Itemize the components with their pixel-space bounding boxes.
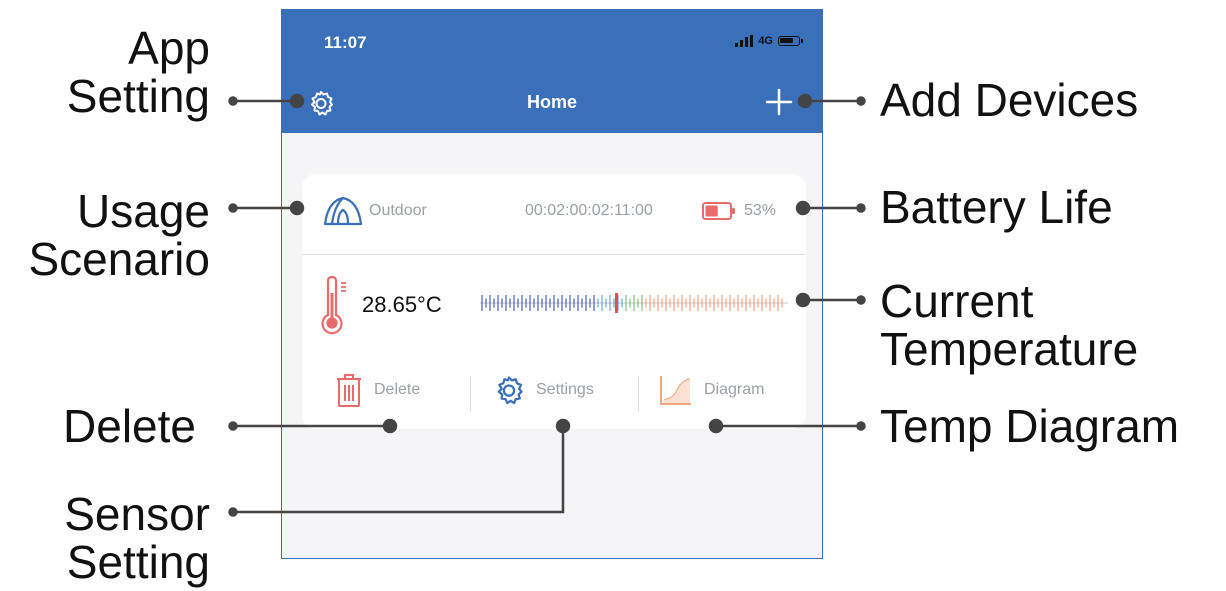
delete-label: Delete [374, 381, 421, 398]
action-separator [470, 376, 471, 412]
trash-icon [337, 374, 361, 407]
settings-label: Settings [536, 381, 594, 398]
card-divider [302, 254, 806, 255]
tent-icon [323, 196, 363, 226]
callout-sensor-setting-text: Sensor Setting [64, 488, 210, 588]
status-time: 11:07 [324, 33, 367, 52]
callout-usage-scenario: Usage Scenario [28, 187, 210, 283]
phone-screen: 11:07 4G Home Outdoor 00:02:00:02:11:00 … [281, 9, 823, 559]
battery-percent: 53% [744, 202, 777, 219]
callout-add-devices: Add Devices [880, 74, 1139, 126]
callout-delete: Delete [63, 400, 196, 452]
thermometer-icon [321, 275, 346, 335]
current-temperature: 28.65°C [362, 292, 442, 317]
callout-app-setting: App Setting [67, 24, 210, 120]
status-battery-icon [778, 36, 803, 46]
callout-battery-life: Battery Life [880, 181, 1113, 233]
line-chart-icon [660, 376, 691, 405]
plus-icon[interactable] [765, 88, 793, 116]
usage-scenario-label: Outdoor [369, 202, 427, 219]
callout-temp-diagram: Temp Diagram [880, 400, 1180, 452]
battery-icon [702, 202, 735, 220]
callout-text: App Setting [67, 24, 210, 120]
device-card[interactable]: Outdoor 00:02:00:02:11:00 53% 28.65°C De… [302, 174, 806, 429]
signal-icon [735, 35, 754, 47]
delete-button[interactable]: Delete [334, 370, 420, 410]
callout-sensor-setting: Sensor Setting [64, 490, 210, 586]
gear-icon [497, 376, 523, 405]
status-indicators: 4G [735, 35, 803, 47]
callout-usage-scenario-text: Usage Scenario [28, 185, 210, 285]
action-separator [638, 376, 639, 412]
app-header: 11:07 4G Home [282, 10, 822, 133]
sensor-settings-button[interactable]: Settings [492, 370, 594, 410]
elapsed-time: 00:02:00:02:11:00 [525, 202, 653, 219]
page-title: Home [526, 92, 577, 112]
diagram-button[interactable]: Diagram [658, 370, 764, 410]
network-type: 4G [758, 35, 773, 47]
diagram-label: Diagram [704, 381, 765, 398]
callout-current-temperature: Current Temperature [880, 277, 1138, 373]
callout-current-temperature-text: Current Temperature [880, 275, 1139, 375]
callout-app-setting-text: App Setting [66, 22, 210, 122]
current-temperature-marker [615, 293, 618, 313]
temperature-scale [480, 293, 788, 313]
